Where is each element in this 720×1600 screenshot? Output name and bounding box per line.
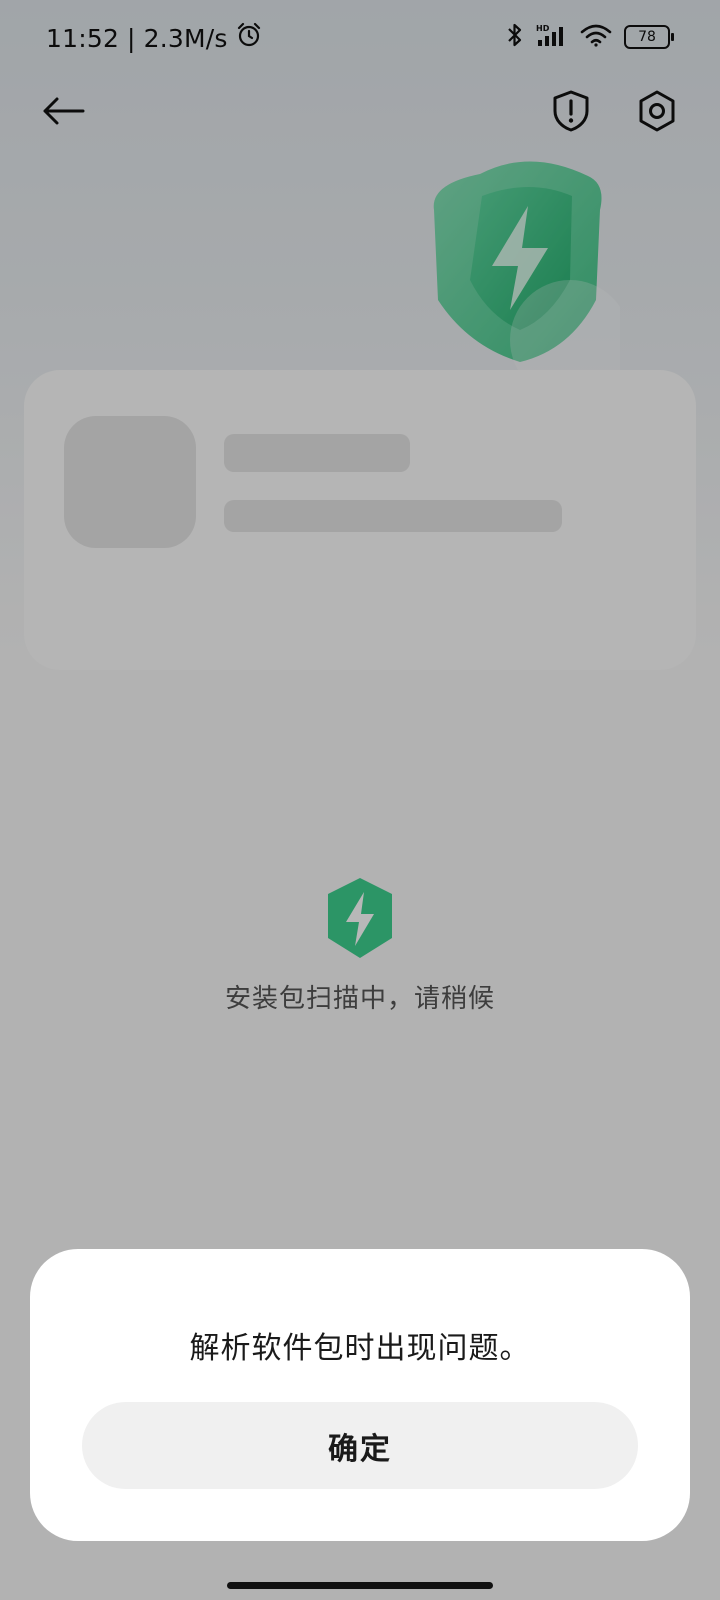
- confirm-button[interactable]: 确定: [82, 1402, 638, 1489]
- error-dialog: 解析软件包时出现问题。 确定: [30, 1249, 690, 1541]
- home-indicator[interactable]: [227, 1582, 493, 1589]
- dialog-message: 解析软件包时出现问题。: [189, 1331, 531, 1366]
